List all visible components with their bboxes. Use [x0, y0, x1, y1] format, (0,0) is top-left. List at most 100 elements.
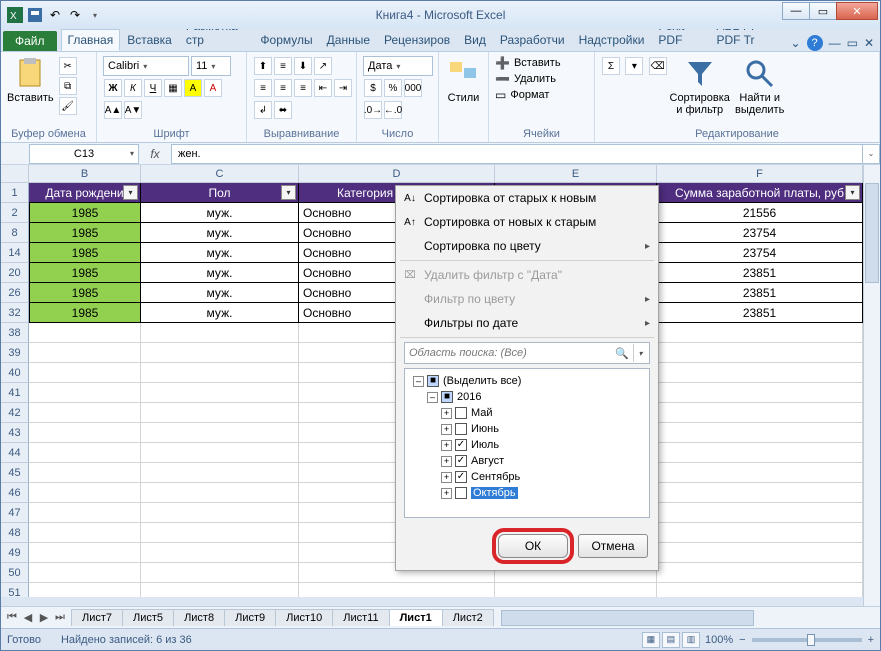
row-header[interactable]: 44: [1, 443, 29, 463]
paste-button[interactable]: Вставить: [7, 56, 54, 104]
font-size-combo[interactable]: 11▾: [191, 56, 231, 76]
cut-icon[interactable]: ✂: [59, 57, 77, 75]
cell[interactable]: муж.: [141, 283, 299, 303]
align-left-icon[interactable]: ≡: [254, 79, 272, 97]
increase-decimal-icon[interactable]: .0→: [364, 101, 382, 119]
col-header-b[interactable]: B: [29, 165, 141, 182]
cell[interactable]: [141, 383, 299, 403]
tree-month[interactable]: +Май: [409, 405, 645, 421]
checkbox-icon[interactable]: ✓: [455, 439, 467, 451]
row-header[interactable]: 2: [1, 203, 29, 223]
cell[interactable]: [29, 463, 141, 483]
horizontal-scrollbar[interactable]: [501, 610, 862, 626]
row-header[interactable]: 32: [1, 303, 29, 323]
row-header[interactable]: 42: [1, 403, 29, 423]
tab-view[interactable]: Вид: [457, 29, 493, 51]
cell[interactable]: [29, 523, 141, 543]
cell[interactable]: 23851: [657, 263, 863, 283]
ok-button[interactable]: ОК: [498, 534, 568, 558]
format-cells-icon[interactable]: ▭: [495, 88, 506, 102]
file-tab[interactable]: Файл: [3, 31, 57, 51]
cell[interactable]: [29, 363, 141, 383]
sheet-prev-icon[interactable]: ◀: [21, 611, 35, 624]
tree-month[interactable]: +✓Июль: [409, 437, 645, 453]
cell[interactable]: [657, 563, 863, 583]
merge-icon[interactable]: ⬌: [274, 101, 292, 119]
cell[interactable]: [657, 323, 863, 343]
delete-cells-icon[interactable]: ➖: [495, 72, 510, 86]
maximize-button[interactable]: ▭: [809, 2, 837, 20]
tab-insert[interactable]: Вставка: [120, 29, 179, 51]
decrease-decimal-icon[interactable]: ←.0: [384, 101, 402, 119]
sheet-tab[interactable]: Лист1: [389, 609, 443, 626]
tree-month[interactable]: +✓Август: [409, 453, 645, 469]
cell[interactable]: [29, 443, 141, 463]
autosum-icon[interactable]: Σ: [602, 57, 620, 75]
cell[interactable]: [29, 343, 141, 363]
sheet-tab[interactable]: Лист9: [224, 609, 276, 626]
checkbox-icon[interactable]: [455, 407, 467, 419]
cell[interactable]: 1985: [29, 223, 141, 243]
filter-search-input[interactable]: Область поиска: (Все) 🔍 ▾: [404, 342, 650, 364]
row-header[interactable]: 26: [1, 283, 29, 303]
vscroll-thumb[interactable]: [865, 183, 879, 283]
border-button[interactable]: ▦: [164, 79, 182, 97]
sort-filter-button[interactable]: Сортировка и фильтр: [672, 56, 728, 116]
cell[interactable]: [141, 563, 299, 583]
expand-icon[interactable]: +: [441, 456, 452, 467]
cell[interactable]: 21556: [657, 203, 863, 223]
checkbox-icon[interactable]: [455, 423, 467, 435]
checkbox-icon[interactable]: ✓: [455, 455, 467, 467]
font-name-combo[interactable]: Calibri▾: [103, 56, 189, 76]
cell[interactable]: 1985: [29, 263, 141, 283]
zoom-thumb[interactable]: [807, 634, 815, 646]
fill-color-button[interactable]: A: [184, 79, 202, 97]
checkbox-icon[interactable]: [455, 487, 467, 499]
sheet-tab[interactable]: Лист5: [122, 609, 174, 626]
cell[interactable]: [29, 423, 141, 443]
cell[interactable]: [29, 583, 141, 597]
tree-month[interactable]: +✓Сентябрь: [409, 469, 645, 485]
expand-icon[interactable]: +: [441, 424, 452, 435]
cell[interactable]: муж.: [141, 203, 299, 223]
row-header[interactable]: 38: [1, 323, 29, 343]
shrink-font-button[interactable]: A▼: [124, 101, 142, 119]
row-header[interactable]: 48: [1, 523, 29, 543]
qat-dropdown-icon[interactable]: ▾: [87, 7, 103, 23]
align-top-icon[interactable]: ⬆: [254, 57, 272, 75]
close-button[interactable]: ✕: [836, 2, 878, 20]
row-header[interactable]: 41: [1, 383, 29, 403]
cell[interactable]: [141, 363, 299, 383]
cell[interactable]: [29, 543, 141, 563]
increase-indent-icon[interactable]: ⇥: [334, 79, 352, 97]
underline-button[interactable]: Ч: [144, 79, 162, 97]
row-header[interactable]: 47: [1, 503, 29, 523]
checkbox-mixed-icon[interactable]: ■: [427, 375, 439, 387]
copy-icon[interactable]: ⧉: [59, 77, 77, 95]
format-painter-icon[interactable]: 🖌: [59, 97, 77, 115]
tab-addins[interactable]: Надстройки: [572, 29, 652, 51]
cell[interactable]: [657, 583, 863, 597]
cell[interactable]: [141, 503, 299, 523]
col-header-c[interactable]: C: [141, 165, 299, 182]
expand-icon[interactable]: +: [441, 440, 452, 451]
cell[interactable]: [141, 343, 299, 363]
cell[interactable]: [657, 423, 863, 443]
name-box[interactable]: C13▾: [29, 144, 139, 164]
row-header[interactable]: 46: [1, 483, 29, 503]
page-break-view-icon[interactable]: ▥: [682, 632, 700, 648]
cancel-button[interactable]: Отмена: [578, 534, 648, 558]
select-all-corner[interactable]: [1, 165, 29, 182]
row-header[interactable]: 39: [1, 343, 29, 363]
cell[interactable]: [141, 423, 299, 443]
row-header[interactable]: 1: [1, 183, 29, 203]
styles-button[interactable]: Стили: [445, 56, 482, 104]
help-icon[interactable]: ?: [807, 35, 823, 51]
cell[interactable]: [29, 403, 141, 423]
cell[interactable]: [29, 383, 141, 403]
fill-icon[interactable]: ▾: [625, 57, 643, 75]
find-select-button[interactable]: Найти и выделить: [732, 56, 788, 116]
vertical-scrollbar[interactable]: [863, 165, 880, 606]
cell[interactable]: 1985: [29, 243, 141, 263]
col-header-f[interactable]: F: [657, 165, 863, 182]
